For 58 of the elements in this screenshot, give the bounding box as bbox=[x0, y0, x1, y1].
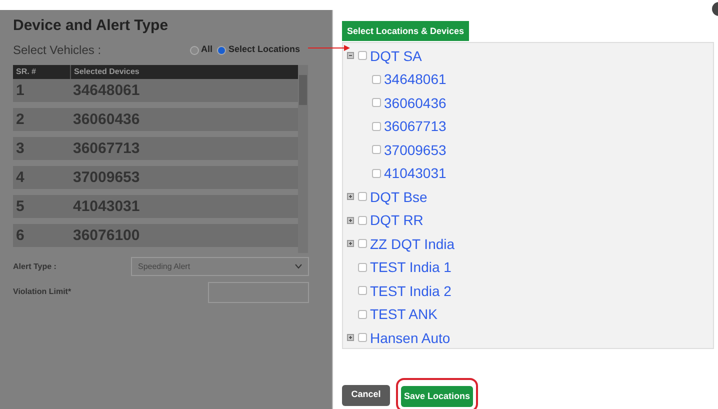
expand-icon[interactable] bbox=[347, 193, 354, 200]
alert-type-dropdown[interactable]: Speeding Alert bbox=[131, 257, 309, 276]
tree-item-label[interactable]: 36060436 bbox=[384, 96, 446, 110]
chevron-down-icon bbox=[295, 264, 302, 269]
table-cell-text: 41043031 bbox=[72, 197, 141, 217]
checkbox[interactable] bbox=[358, 262, 367, 272]
tree-item-label[interactable]: DQT Bse bbox=[370, 190, 428, 204]
save-button[interactable]: Save Locations bbox=[401, 386, 473, 408]
radio-label: All bbox=[200, 43, 212, 56]
tree-item-label[interactable]: 36067713 bbox=[384, 119, 446, 134]
table-cell-text: 5 bbox=[15, 197, 26, 217]
expand-icon[interactable] bbox=[347, 334, 354, 342]
checkbox[interactable] bbox=[372, 122, 381, 131]
checkbox[interactable] bbox=[358, 310, 367, 319]
table-cell-text: 1 bbox=[15, 81, 26, 101]
cancel-button[interactable]: Cancel bbox=[342, 384, 390, 406]
pointer-arrow bbox=[308, 44, 350, 52]
section-header: Select Locations & Devices bbox=[342, 21, 470, 41]
field-label: Violation Limit* bbox=[13, 286, 72, 298]
tree-item-label[interactable]: DQT SA bbox=[370, 48, 422, 63]
tree-item-label[interactable]: 34648061 bbox=[384, 72, 446, 86]
tree-item-label[interactable]: Hansen Auto bbox=[370, 330, 450, 345]
radio-label: Select Locations bbox=[228, 43, 300, 56]
checkbox[interactable] bbox=[372, 168, 381, 178]
field-label: Alert Type : bbox=[13, 260, 56, 272]
table-cell-text: 4 bbox=[15, 168, 26, 188]
table-cell-text: 2 bbox=[15, 110, 26, 130]
checkbox[interactable] bbox=[372, 74, 381, 84]
checkbox[interactable] bbox=[358, 239, 367, 248]
table-cell-text: 3 bbox=[15, 139, 26, 159]
checkbox[interactable] bbox=[358, 51, 367, 60]
checkbox[interactable] bbox=[358, 216, 367, 225]
tree-item-label[interactable]: TEST ANK bbox=[370, 307, 438, 322]
table-cell-text: 6 bbox=[15, 226, 26, 246]
expand-icon[interactable] bbox=[347, 216, 354, 224]
tree-item-label[interactable]: DQT RR bbox=[370, 213, 424, 228]
tree-item-label[interactable]: 37009653 bbox=[384, 142, 446, 157]
checkbox[interactable] bbox=[372, 98, 381, 108]
checkbox[interactable] bbox=[358, 333, 367, 342]
table-cell-text: 36060436 bbox=[72, 110, 141, 130]
column-header: SR. # bbox=[15, 66, 38, 78]
field-label: Select Vehicles : bbox=[13, 42, 102, 59]
table-cell-text: 34648061 bbox=[72, 81, 141, 101]
checkbox[interactable] bbox=[372, 145, 381, 154]
tree-item-label[interactable]: 41043031 bbox=[384, 166, 446, 180]
tree-item-label[interactable]: TEST India 1 bbox=[370, 260, 452, 274]
table-cell-text: 36067713 bbox=[72, 139, 141, 159]
panel-title: Device and Alert Type bbox=[13, 18, 170, 33]
expand-icon[interactable] bbox=[347, 240, 354, 248]
violation-limit-input[interactable] bbox=[208, 282, 309, 303]
checkbox[interactable] bbox=[358, 286, 367, 296]
table-cell-text: 37009653 bbox=[72, 168, 141, 188]
tree-item-label[interactable]: TEST India 2 bbox=[370, 284, 452, 298]
collapse-icon[interactable] bbox=[347, 52, 354, 60]
scrollbar[interactable] bbox=[298, 65, 308, 253]
table-cell-text: 36076100 bbox=[72, 226, 141, 246]
tree-item-label[interactable]: ZZ DQT India bbox=[370, 236, 455, 251]
checkbox[interactable] bbox=[358, 192, 367, 202]
